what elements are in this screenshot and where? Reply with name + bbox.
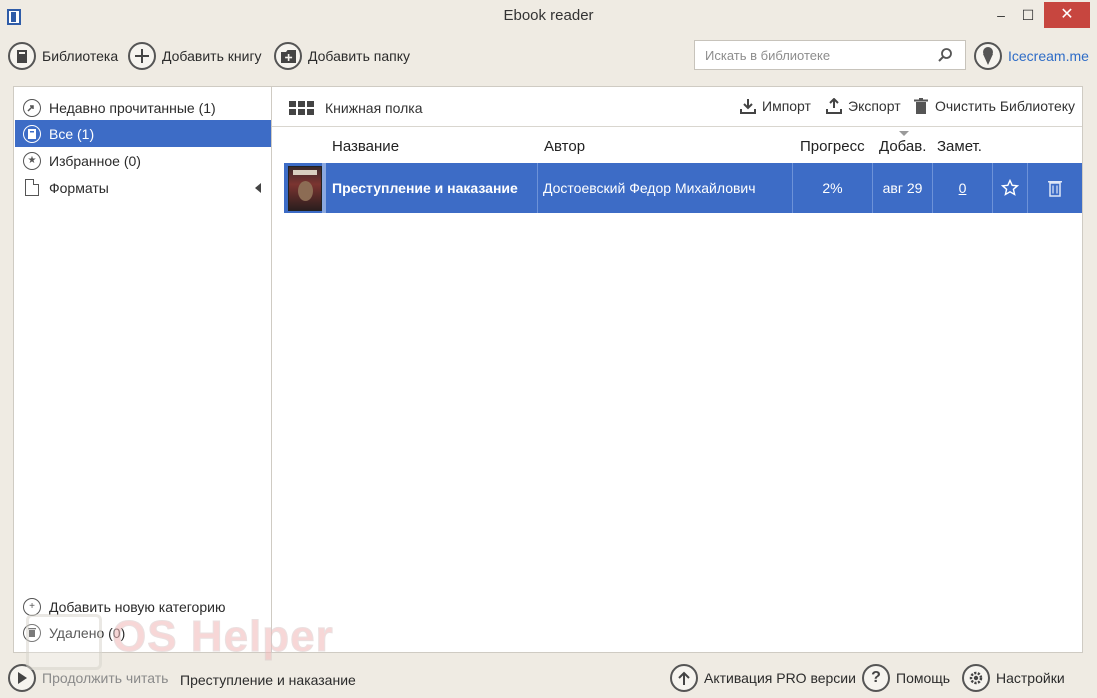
settings-button[interactable]: Настройки <box>962 662 1065 694</box>
sidebar-item-label: Все (1) <box>49 125 95 142</box>
import-label: Импорт <box>762 98 811 114</box>
cell-progress: 2% <box>793 163 873 213</box>
library-button[interactable]: Библиотека <box>8 40 118 72</box>
cell-notes: 0 <box>933 163 993 213</box>
deleted-label: Удалено (0) <box>49 624 126 641</box>
trash-icon[interactable] <box>1046 179 1064 197</box>
close-button[interactable]: ✕ <box>1044 2 1090 28</box>
recent-icon <box>23 98 41 117</box>
grid-view-icon[interactable] <box>289 101 315 115</box>
document-icon <box>25 179 39 196</box>
cell-favorite <box>993 163 1028 213</box>
add-category-label: Добавить новую категорию <box>49 598 226 615</box>
sidebar-item-label: Недавно прочитанные (1) <box>49 99 216 116</box>
book-title: Преступление и наказание <box>332 180 518 196</box>
icecream-link-label: Icecream.me <box>1008 48 1089 64</box>
add-folder-button[interactable]: Добавить папку <box>274 40 410 72</box>
folder-add-icon <box>274 42 302 70</box>
add-category-button[interactable]: + Добавить новую категорию <box>15 593 271 620</box>
icecream-logo-icon <box>974 42 1002 70</box>
sort-indicator-icon <box>899 131 909 136</box>
current-book-title[interactable]: Преступление и наказание <box>180 672 356 688</box>
bookshelf-button[interactable]: Книжная полка <box>325 100 423 116</box>
table-row[interactable]: Преступление и наказание Достоевский Фед… <box>284 163 1082 213</box>
sidebar-item-recent[interactable]: Недавно прочитанные (1) <box>15 94 271 121</box>
help-button[interactable]: ? Помощь <box>862 662 950 694</box>
cell-added: авг 29 <box>873 163 933 213</box>
maximize-button[interactable]: ☐ <box>1017 2 1039 28</box>
sidebar-item-deleted[interactable]: Удалено (0) <box>15 619 271 646</box>
settings-label: Настройки <box>996 670 1065 686</box>
pro-activation-label: Активация PRO версии <box>704 670 856 686</box>
library-label: Библиотека <box>42 48 119 64</box>
footer-bar: Продолжить читать Преступление и наказан… <box>0 658 1097 698</box>
clear-library-button[interactable]: Очистить Библиотеку <box>913 98 1075 114</box>
cell-delete <box>1028 163 1082 213</box>
trash-icon <box>914 98 928 114</box>
pro-activation-button[interactable]: Активация PRO версии <box>670 662 856 694</box>
search-box <box>694 40 966 70</box>
expand-arrow-icon[interactable] <box>255 183 261 193</box>
help-label: Помощь <box>896 670 951 686</box>
minimize-button[interactable]: – <box>990 2 1012 28</box>
book-progress: 2% <box>822 180 843 196</box>
continue-reading-label: Продолжить читать <box>42 670 169 686</box>
column-title[interactable]: Название <box>332 138 399 155</box>
icecream-link[interactable]: Icecream.me <box>974 40 1089 72</box>
clear-library-label: Очистить Библиотеку <box>935 98 1076 114</box>
column-progress[interactable]: Прогресс <box>800 138 865 155</box>
shelf-bar: Книжная полка Импорт Экспорт Очистить Би… <box>272 87 1082 127</box>
column-notes[interactable]: Замет. <box>937 138 982 155</box>
plus-icon <box>128 42 156 70</box>
sidebar-item-label: Форматы <box>49 179 109 196</box>
sidebar-item-formats[interactable]: Форматы <box>15 174 271 201</box>
play-icon <box>8 664 36 692</box>
book-author: Достоевский Федор Михайлович <box>543 180 756 196</box>
download-icon <box>740 99 756 114</box>
continue-reading-button[interactable]: Продолжить читать <box>8 664 168 692</box>
arrow-up-icon <box>670 664 698 692</box>
column-author[interactable]: Автор <box>544 138 585 155</box>
column-added[interactable]: Добав. <box>879 138 926 155</box>
book-added-date: авг 29 <box>882 180 923 196</box>
help-icon: ? <box>862 664 890 692</box>
search-input[interactable] <box>695 41 925 69</box>
book-cover <box>288 166 322 211</box>
gear-icon <box>962 664 990 692</box>
cell-author: Достоевский Федор Михайлович <box>538 163 793 213</box>
book-icon <box>8 42 36 70</box>
add-book-label: Добавить книгу <box>162 48 262 64</box>
book-notes-link[interactable]: 0 <box>959 180 967 196</box>
export-label: Экспорт <box>848 98 901 114</box>
sidebar-item-favorites[interactable]: ★ Избранное (0) <box>15 147 271 174</box>
upload-icon <box>826 98 842 114</box>
sidebar-item-label: Избранное (0) <box>49 152 141 169</box>
title-bar: Ebook reader – ☐ ✕ <box>0 0 1097 32</box>
star-icon[interactable] <box>1001 179 1019 197</box>
cell-title: Преступление и наказание <box>326 163 538 213</box>
star-icon: ★ <box>23 151 41 170</box>
search-icon[interactable] <box>937 47 953 63</box>
plus-icon: + <box>23 597 41 616</box>
sidebar-item-all[interactable]: Все (1) <box>15 120 271 147</box>
export-button[interactable]: Экспорт <box>826 98 901 114</box>
import-button[interactable]: Импорт <box>740 98 811 114</box>
window-title: Ebook reader <box>503 7 594 24</box>
library-panel: Книжная полка Импорт Экспорт Очистить Би… <box>272 86 1083 653</box>
add-folder-label: Добавить папку <box>308 48 410 64</box>
table-header: Название Автор Прогресс Добав. Замет. <box>272 128 1082 162</box>
trash-icon <box>23 623 41 642</box>
sidebar: Недавно прочитанные (1) Все (1) ★ Избран… <box>13 86 272 653</box>
book-icon <box>23 124 41 143</box>
add-book-button[interactable]: Добавить книгу <box>128 40 262 72</box>
